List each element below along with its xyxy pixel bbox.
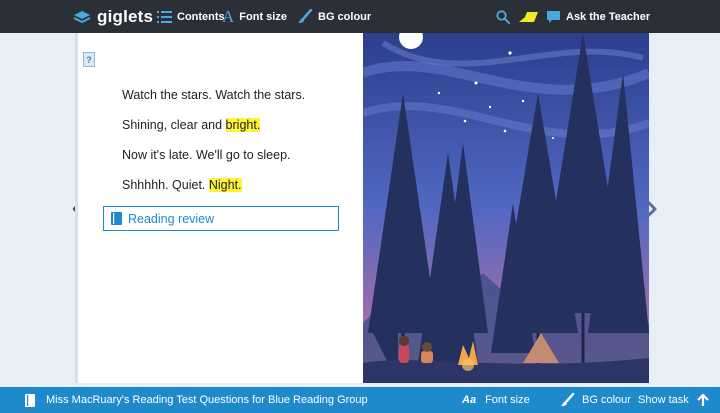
ask-teacher-label: Ask the Teacher (566, 10, 651, 23)
line-text: Shining, clear and (122, 118, 226, 132)
task-title[interactable]: Miss MacRuary's Reading Test Questions f… (25, 387, 368, 413)
line-text: Shhhhh. Quiet. (122, 178, 209, 192)
help-icon[interactable]: ? (83, 52, 95, 72)
highlighted-word: Night. (208, 178, 242, 192)
story-illustration (363, 33, 649, 383)
show-task-label: Show task (638, 394, 689, 406)
book-text-page: ? Watch the stars. Watch the stars. Shin… (75, 33, 363, 383)
chevron-right-icon (645, 199, 657, 219)
bg-colour-label: BG colour (318, 10, 372, 23)
bottom-bg-colour-label: BG colour (582, 394, 631, 406)
logo-text: giglets (97, 6, 154, 26)
arrow-up-icon (696, 393, 709, 407)
line-text: Watch the stars. Watch the stars. (122, 88, 306, 102)
highlighter-icon (519, 11, 538, 23)
reading-review-button[interactable]: Reading review (103, 206, 339, 231)
font-a-icon: A (222, 6, 235, 26)
bottom-toolbar: Miss MacRuary's Reading Test Questions f… (0, 387, 720, 413)
highlighter-button[interactable] (519, 0, 538, 33)
bottom-font-size-label: Font size (485, 394, 530, 406)
search-button[interactable] (496, 0, 510, 33)
bg-colour-button[interactable]: BG colour (298, 0, 371, 33)
contents-button[interactable]: Contents (157, 0, 225, 33)
story-line: Shhhhh. Quiet. Night. (122, 175, 305, 205)
paintbrush-icon (298, 9, 313, 24)
book-icon (25, 393, 35, 407)
bottom-bg-colour-button[interactable]: BG colour (561, 387, 631, 413)
show-task-button[interactable]: Show task (638, 387, 709, 413)
highlighted-word: bright. (225, 118, 261, 132)
giglets-logo[interactable]: giglets (72, 0, 153, 33)
book-logo-icon (72, 9, 92, 25)
line-text: Now it's late. We'll go to sleep. (122, 148, 291, 162)
font-size-icon: Aa (462, 394, 477, 406)
story-line: Watch the stars. Watch the stars. (122, 85, 305, 115)
svg-text:?: ? (86, 55, 92, 65)
bottom-font-size-button[interactable]: Aa Font size (462, 387, 530, 413)
top-toolbar: giglets Contents A Font size BG colour A… (0, 0, 720, 33)
chat-bubble-icon (546, 10, 561, 24)
contents-label: Contents (177, 10, 225, 23)
story-line: Now it's late. We'll go to sleep. (122, 145, 305, 175)
font-size-label: Font size (239, 10, 287, 23)
story-line: Shining, clear and bright. (122, 115, 305, 145)
next-page-button[interactable] (644, 199, 658, 224)
story-text: Watch the stars. Watch the stars. Shinin… (122, 85, 305, 205)
reading-review-label: Reading review (128, 211, 215, 226)
task-title-label: Miss MacRuary's Reading Test Questions f… (46, 394, 368, 406)
search-icon (496, 9, 510, 24)
list-icon (157, 10, 172, 24)
font-size-button[interactable]: A Font size (222, 0, 287, 33)
book-icon (111, 212, 122, 225)
ask-teacher-button[interactable]: Ask the Teacher (546, 0, 650, 33)
paintbrush-icon (561, 393, 575, 407)
